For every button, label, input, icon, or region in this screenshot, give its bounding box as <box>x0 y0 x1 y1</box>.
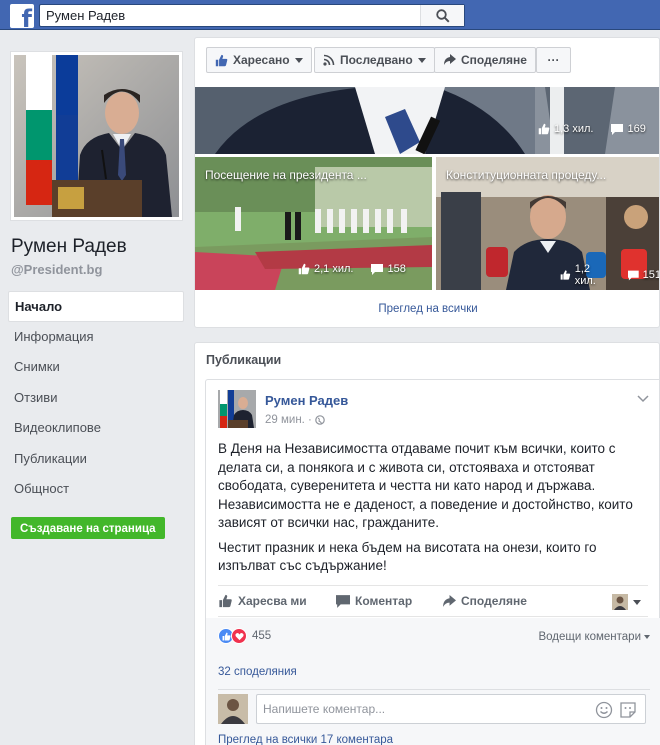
post-comment-button[interactable]: Коментар <box>336 594 412 608</box>
thumbs-up-icon <box>219 594 232 608</box>
love-reaction-icon <box>231 628 247 644</box>
post: Румен Радев 29 мин. · В Деня на Независи… <box>205 379 660 745</box>
top-comments-dropdown[interactable]: Водещи коментари <box>538 631 650 643</box>
caret-down-icon <box>417 57 426 63</box>
video-tile-comments: 158 <box>387 263 406 275</box>
liked-label: Харесано <box>233 53 290 67</box>
comment-bubble-icon <box>336 594 350 608</box>
post-options-chevron-icon[interactable] <box>637 392 649 406</box>
caret-down-icon <box>633 599 641 605</box>
comment-composer <box>218 689 650 729</box>
share-page-label: Споделяне <box>461 53 527 67</box>
post-as-selector[interactable] <box>612 594 641 610</box>
video-tile-stats: 1,2 хил. 151 <box>560 263 660 287</box>
nav-item-reviews[interactable]: Отзиви <box>8 383 184 414</box>
post-paragraph: В Деня на Независимостта отдаваме почит … <box>218 441 633 530</box>
video-tile-title[interactable]: Посещение на президента ... <box>205 168 367 182</box>
share-arrow-icon <box>444 54 456 65</box>
share-page-button[interactable]: Споделяне <box>434 47 536 73</box>
post-time-text: 29 мин. · <box>265 414 312 426</box>
reactions-summary[interactable]: 455 <box>218 628 271 644</box>
caret-down-icon <box>294 57 303 63</box>
post-text: В Деня на Независимостта отдаваме почит … <box>218 440 638 576</box>
video-tile-title[interactable]: Конституционната процеду... <box>446 168 606 182</box>
video-tile-likes: 2,1 хил. <box>314 263 354 275</box>
nav-item-community[interactable]: Общност <box>8 474 184 505</box>
globe-icon <box>315 415 325 425</box>
post-comment-label: Коментар <box>355 594 413 608</box>
sticker-icon[interactable] <box>619 701 637 719</box>
facebook-logo-icon[interactable]: f <box>10 4 34 28</box>
post-like-label: Харесва ми <box>238 594 307 608</box>
rss-icon <box>323 54 335 66</box>
page-name[interactable]: Румен Радев <box>11 236 127 258</box>
post-timestamp[interactable]: 29 мин. · <box>265 414 325 426</box>
following-label: Последвано <box>340 53 413 67</box>
shares-link[interactable]: 32 споделяния <box>218 666 297 678</box>
nav-item-posts[interactable]: Публикации <box>8 444 184 475</box>
comment-bubble-icon <box>627 270 639 280</box>
video-tile[interactable]: Посещение на президента ... 2,1 хил. 158 <box>195 157 432 290</box>
more-options-button[interactable]: ··· <box>536 47 571 73</box>
publications-title: Публикации <box>206 353 282 367</box>
comment-bubble-icon <box>611 123 624 135</box>
thumbs-up-icon <box>298 263 310 275</box>
emoji-icon[interactable] <box>595 701 613 719</box>
video-top-likes: 1,3 хил. <box>554 123 594 135</box>
nav-item-about[interactable]: Информация <box>8 322 184 353</box>
see-all-videos-link[interactable]: Преглед на всички <box>195 303 659 315</box>
publications-card: Публикации Румен Радев 29 мин. · В Деня … <box>194 342 660 745</box>
profile-photo-image <box>14 55 179 217</box>
search-icon <box>435 8 450 23</box>
share-arrow-icon <box>443 594 456 607</box>
comment-input[interactable] <box>263 702 583 716</box>
thumbs-up-icon <box>215 54 228 66</box>
comment-input-box[interactable] <box>256 694 646 724</box>
caret-down-icon <box>644 635 650 639</box>
reactions-count: 455 <box>252 630 272 642</box>
page-nav: Начало Информация Снимки Отзиви Видеокли… <box>8 291 184 505</box>
thumbs-up-icon <box>560 270 571 280</box>
video-top-stats: 1,3 хил. 169 <box>538 123 646 135</box>
post-share-label: Споделяне <box>461 594 527 608</box>
search-box[interactable] <box>39 4 465 27</box>
top-comments-label: Водещи коментари <box>538 631 641 643</box>
post-like-button[interactable]: Харесва ми <box>218 594 307 608</box>
page-header-card: Харесано Последвано Споделяне ··· 1,3 хи… <box>194 37 660 328</box>
top-bar: f <box>0 0 660 30</box>
create-page-button[interactable]: Създаване на страница <box>11 517 165 539</box>
nav-item-photos[interactable]: Снимки <box>8 352 184 383</box>
comment-bubble-icon <box>371 263 384 275</box>
search-button[interactable] <box>420 5 464 26</box>
liked-button[interactable]: Харесано <box>206 47 312 73</box>
post-author-name[interactable]: Румен Радев <box>265 393 348 408</box>
video-tile-likes: 1,2 хил. <box>574 263 596 287</box>
following-button[interactable]: Последвано <box>314 47 435 73</box>
post-footer: 455 Водещи коментари 32 споделяния Прегл… <box>206 618 660 745</box>
nav-item-home[interactable]: Начало <box>8 291 184 322</box>
post-actions-bar: Харесва ми Коментар Споделяне <box>218 585 648 617</box>
more-icon: ··· <box>547 53 560 67</box>
post-paragraph: Честит празник и нека бъдем на висотата … <box>218 539 597 574</box>
post-share-button[interactable]: Споделяне <box>442 594 527 608</box>
profile-photo[interactable] <box>10 51 183 221</box>
page-handle[interactable]: @President.bg <box>11 262 102 277</box>
search-input[interactable] <box>46 7 416 24</box>
video-tile[interactable]: Конституционната процеду... 1,2 хил. 151 <box>436 157 660 290</box>
video-tile-stats: 2,1 хил. 158 <box>298 263 406 275</box>
commenter-avatar[interactable] <box>218 694 248 724</box>
view-all-comments-link[interactable]: Преглед на всички 17 коментара <box>218 734 393 745</box>
post-author-avatar[interactable] <box>218 390 256 428</box>
thumbs-up-icon <box>538 123 550 135</box>
video-tile-comments: 151 <box>642 269 660 281</box>
video-top-comments: 169 <box>627 123 646 135</box>
user-avatar-icon <box>612 594 628 610</box>
nav-item-videos[interactable]: Видеоклипове <box>8 413 184 444</box>
video-thumbnail-top[interactable]: 1,3 хил. 169 <box>195 87 659 154</box>
